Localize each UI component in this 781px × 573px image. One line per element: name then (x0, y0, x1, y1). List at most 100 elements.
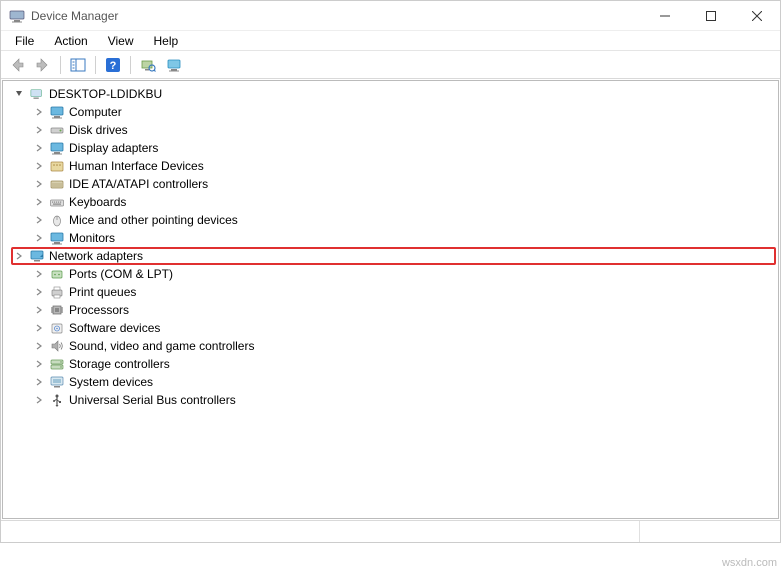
maximize-button[interactable] (688, 1, 734, 30)
chevron-right-icon[interactable] (33, 322, 45, 334)
back-button[interactable] (5, 53, 29, 77)
tree-category-label: Storage controllers (69, 357, 170, 371)
tree-category-item[interactable]: Ports (COM & LPT) (13, 265, 776, 283)
statusbar-cell (640, 521, 780, 542)
tree-category-label: IDE ATA/ATAPI controllers (69, 177, 208, 191)
monitor-icon (49, 230, 65, 246)
chevron-right-icon[interactable] (33, 106, 45, 118)
window-title: Device Manager (31, 9, 642, 23)
chevron-right-icon[interactable] (33, 142, 45, 154)
toolbar-separator (60, 56, 61, 74)
tree-category-item[interactable]: Print queues (13, 283, 776, 301)
chevron-right-icon[interactable] (33, 304, 45, 316)
tree-category-item[interactable]: Computer (13, 103, 776, 121)
tree-category-item[interactable]: Network adapters (11, 247, 776, 265)
device-tree[interactable]: DESKTOP-LDIDKBU Computer Disk drives Displ… (2, 80, 779, 519)
chevron-right-icon[interactable] (33, 358, 45, 370)
tree-category-item[interactable]: Storage controllers (13, 355, 776, 373)
tree-category-item[interactable]: Mice and other pointing devices (13, 211, 776, 229)
system-icon (49, 374, 65, 390)
menubar: File Action View Help (1, 31, 780, 51)
chevron-right-icon[interactable] (33, 160, 45, 172)
tree-category-item[interactable]: Human Interface Devices (13, 157, 776, 175)
tree-root-label: DESKTOP-LDIDKBU (49, 87, 162, 101)
chevron-right-icon[interactable] (33, 376, 45, 388)
tree-category-item[interactable]: Sound, video and game controllers (13, 337, 776, 355)
statusbar (1, 520, 780, 542)
device-manager-window: Device Manager File Action View Help (0, 0, 781, 543)
storage-icon (49, 356, 65, 372)
tree-category-item[interactable]: Universal Serial Bus controllers (13, 391, 776, 409)
menu-help[interactable]: Help (144, 32, 189, 50)
scan-hardware-button[interactable] (136, 53, 160, 77)
tree-category-item[interactable]: Keyboards (13, 193, 776, 211)
tree-category-label: Human Interface Devices (69, 159, 204, 173)
toolbar-separator (130, 56, 131, 74)
tree-category-label: Print queues (69, 285, 136, 299)
window-controls (642, 1, 780, 30)
statusbar-cell (1, 521, 640, 542)
usb-icon (49, 392, 65, 408)
chevron-right-icon[interactable] (33, 394, 45, 406)
menu-view[interactable]: View (98, 32, 144, 50)
printer-icon (49, 284, 65, 300)
tree-category-label: Disk drives (69, 123, 128, 137)
tree-category-item[interactable]: Processors (13, 301, 776, 319)
mouse-icon (49, 212, 65, 228)
watermark: wsxdn.com (722, 557, 777, 569)
cpu-icon (49, 302, 65, 318)
tree-category-label: Processors (69, 303, 129, 317)
chevron-right-icon[interactable] (33, 286, 45, 298)
tree-category-label: Keyboards (69, 195, 126, 209)
tree-category-item[interactable]: Software devices (13, 319, 776, 337)
chevron-right-icon[interactable] (13, 250, 25, 262)
chevron-right-icon[interactable] (33, 214, 45, 226)
svg-text:?: ? (110, 60, 117, 72)
devices-and-printers-button[interactable] (162, 53, 186, 77)
tree-category-label: Computer (69, 105, 122, 119)
forward-button[interactable] (31, 53, 55, 77)
sound-icon (49, 338, 65, 354)
tree-category-item[interactable]: System devices (13, 373, 776, 391)
chevron-right-icon[interactable] (33, 124, 45, 136)
computer-icon (29, 86, 45, 102)
software-icon (49, 320, 65, 336)
tree-category-item[interactable]: Disk drives (13, 121, 776, 139)
port-icon (49, 266, 65, 282)
tree-category-label: System devices (69, 375, 153, 389)
ide-icon (49, 176, 65, 192)
tree-category-label: Mice and other pointing devices (69, 213, 238, 227)
tree-category-label: Universal Serial Bus controllers (69, 393, 236, 407)
tree-category-item[interactable]: Display adapters (13, 139, 776, 157)
tree-category-item[interactable]: IDE ATA/ATAPI controllers (13, 175, 776, 193)
tree-category-label: Display adapters (69, 141, 158, 155)
app-icon (9, 8, 25, 24)
tree-category-label: Software devices (69, 321, 160, 335)
toolbar-separator (95, 56, 96, 74)
tree-category-item[interactable]: Monitors (13, 229, 776, 247)
tree-category-label: Network adapters (49, 249, 143, 263)
monitor-icon (49, 140, 65, 156)
tree-category-label: Sound, video and game controllers (69, 339, 254, 353)
tree-category-label: Monitors (69, 231, 115, 245)
chevron-right-icon[interactable] (33, 268, 45, 280)
disk-icon (49, 122, 65, 138)
chevron-right-icon[interactable] (33, 232, 45, 244)
tree-root-node[interactable]: DESKTOP-LDIDKBU Computer Disk drives Displ… (13, 85, 776, 409)
close-button[interactable] (734, 1, 780, 30)
chevron-down-icon[interactable] (13, 88, 25, 100)
chevron-right-icon[interactable] (33, 340, 45, 352)
monitor-icon (49, 104, 65, 120)
minimize-button[interactable] (642, 1, 688, 30)
menu-file[interactable]: File (5, 32, 44, 50)
help-button[interactable]: ? (101, 53, 125, 77)
network-icon (29, 248, 45, 264)
menu-action[interactable]: Action (44, 32, 97, 50)
chevron-right-icon[interactable] (33, 178, 45, 190)
tree-category-label: Ports (COM & LPT) (69, 267, 173, 281)
chevron-right-icon[interactable] (33, 196, 45, 208)
hid-icon (49, 158, 65, 174)
titlebar: Device Manager (1, 1, 780, 31)
keyboard-icon (49, 194, 65, 210)
show-hide-console-tree-button[interactable] (66, 53, 90, 77)
